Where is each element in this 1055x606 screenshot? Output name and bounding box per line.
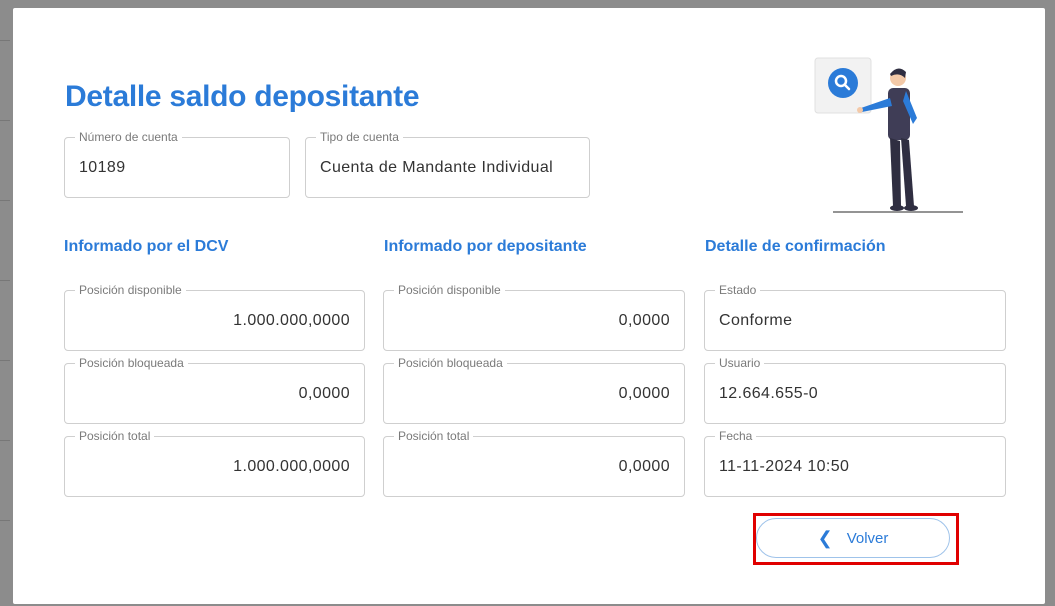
dcv-available-value: 1.000.000,0000: [233, 311, 350, 329]
dcv-blocked-value: 0,0000: [298, 384, 350, 402]
dcv-blocked-label: Posición bloqueada: [75, 356, 188, 370]
date-field[interactable]: Fecha 11-11-2024 10:50: [704, 429, 1006, 497]
person-search-illustration: [814, 57, 963, 213]
section-title-confirmation: Detalle de confirmación: [705, 238, 886, 255]
user-label: Usuario: [715, 356, 765, 370]
dcv-available-field[interactable]: Posición disponible 1.000.000,0000: [64, 283, 365, 351]
status-label: Estado: [715, 283, 761, 297]
backdrop-line: [0, 40, 10, 41]
chevron-left-icon: ❮: [817, 528, 833, 548]
dcv-total-label: Posición total: [75, 429, 155, 443]
dep-blocked-field[interactable]: Posición bloqueada 0,0000: [383, 356, 685, 424]
status-field[interactable]: Estado Conforme: [704, 283, 1006, 351]
backdrop-line: [0, 360, 10, 361]
dep-available-field[interactable]: Posición disponible 0,0000: [383, 283, 685, 351]
detail-modal: Detalle saldo depositante Número de cuen…: [13, 8, 1045, 604]
page-title: Detalle saldo depositante: [65, 80, 420, 113]
backdrop-line: [0, 440, 10, 441]
dep-blocked-label: Posición bloqueada: [394, 356, 507, 370]
account-type-field[interactable]: Tipo de cuenta Cuenta de Mandante Indivi…: [305, 130, 590, 198]
backdrop-line: [0, 200, 10, 201]
account-number-label: Número de cuenta: [75, 130, 182, 144]
backdrop-line: [0, 520, 10, 521]
dep-total-field[interactable]: Posición total 0,0000: [383, 429, 685, 497]
section-title-depositante: Informado por depositante: [384, 238, 587, 255]
account-type-value: Cuenta de Mandante Individual: [320, 158, 554, 176]
section-title-dcv: Informado por el DCV: [64, 238, 229, 255]
backdrop-line: [0, 120, 10, 121]
backdrop-line: [0, 280, 10, 281]
status-value: Conforme: [719, 311, 793, 329]
user-value: 12.664.655-0: [719, 384, 819, 402]
dep-available-label: Posición disponible: [394, 283, 505, 297]
dcv-available-label: Posición disponible: [75, 283, 186, 297]
account-number-value: 10189: [79, 158, 126, 176]
dep-available-value: 0,0000: [618, 311, 670, 329]
date-label: Fecha: [715, 429, 757, 443]
account-type-label: Tipo de cuenta: [316, 130, 403, 144]
back-button[interactable]: ❮ Volver: [756, 518, 950, 558]
dep-total-value: 0,0000: [618, 457, 670, 475]
dcv-total-field[interactable]: Posición total 1.000.000,0000: [64, 429, 365, 497]
account-number-field[interactable]: Número de cuenta 10189: [64, 130, 290, 198]
user-field[interactable]: Usuario 12.664.655-0: [704, 356, 1006, 424]
dcv-total-value: 1.000.000,0000: [233, 457, 350, 475]
dep-total-label: Posición total: [394, 429, 474, 443]
dep-blocked-value: 0,0000: [618, 384, 670, 402]
back-button-label: Volver: [846, 529, 889, 547]
date-value: 11-11-2024 10:50: [719, 457, 850, 475]
dcv-blocked-field[interactable]: Posición bloqueada 0,0000: [64, 356, 365, 424]
